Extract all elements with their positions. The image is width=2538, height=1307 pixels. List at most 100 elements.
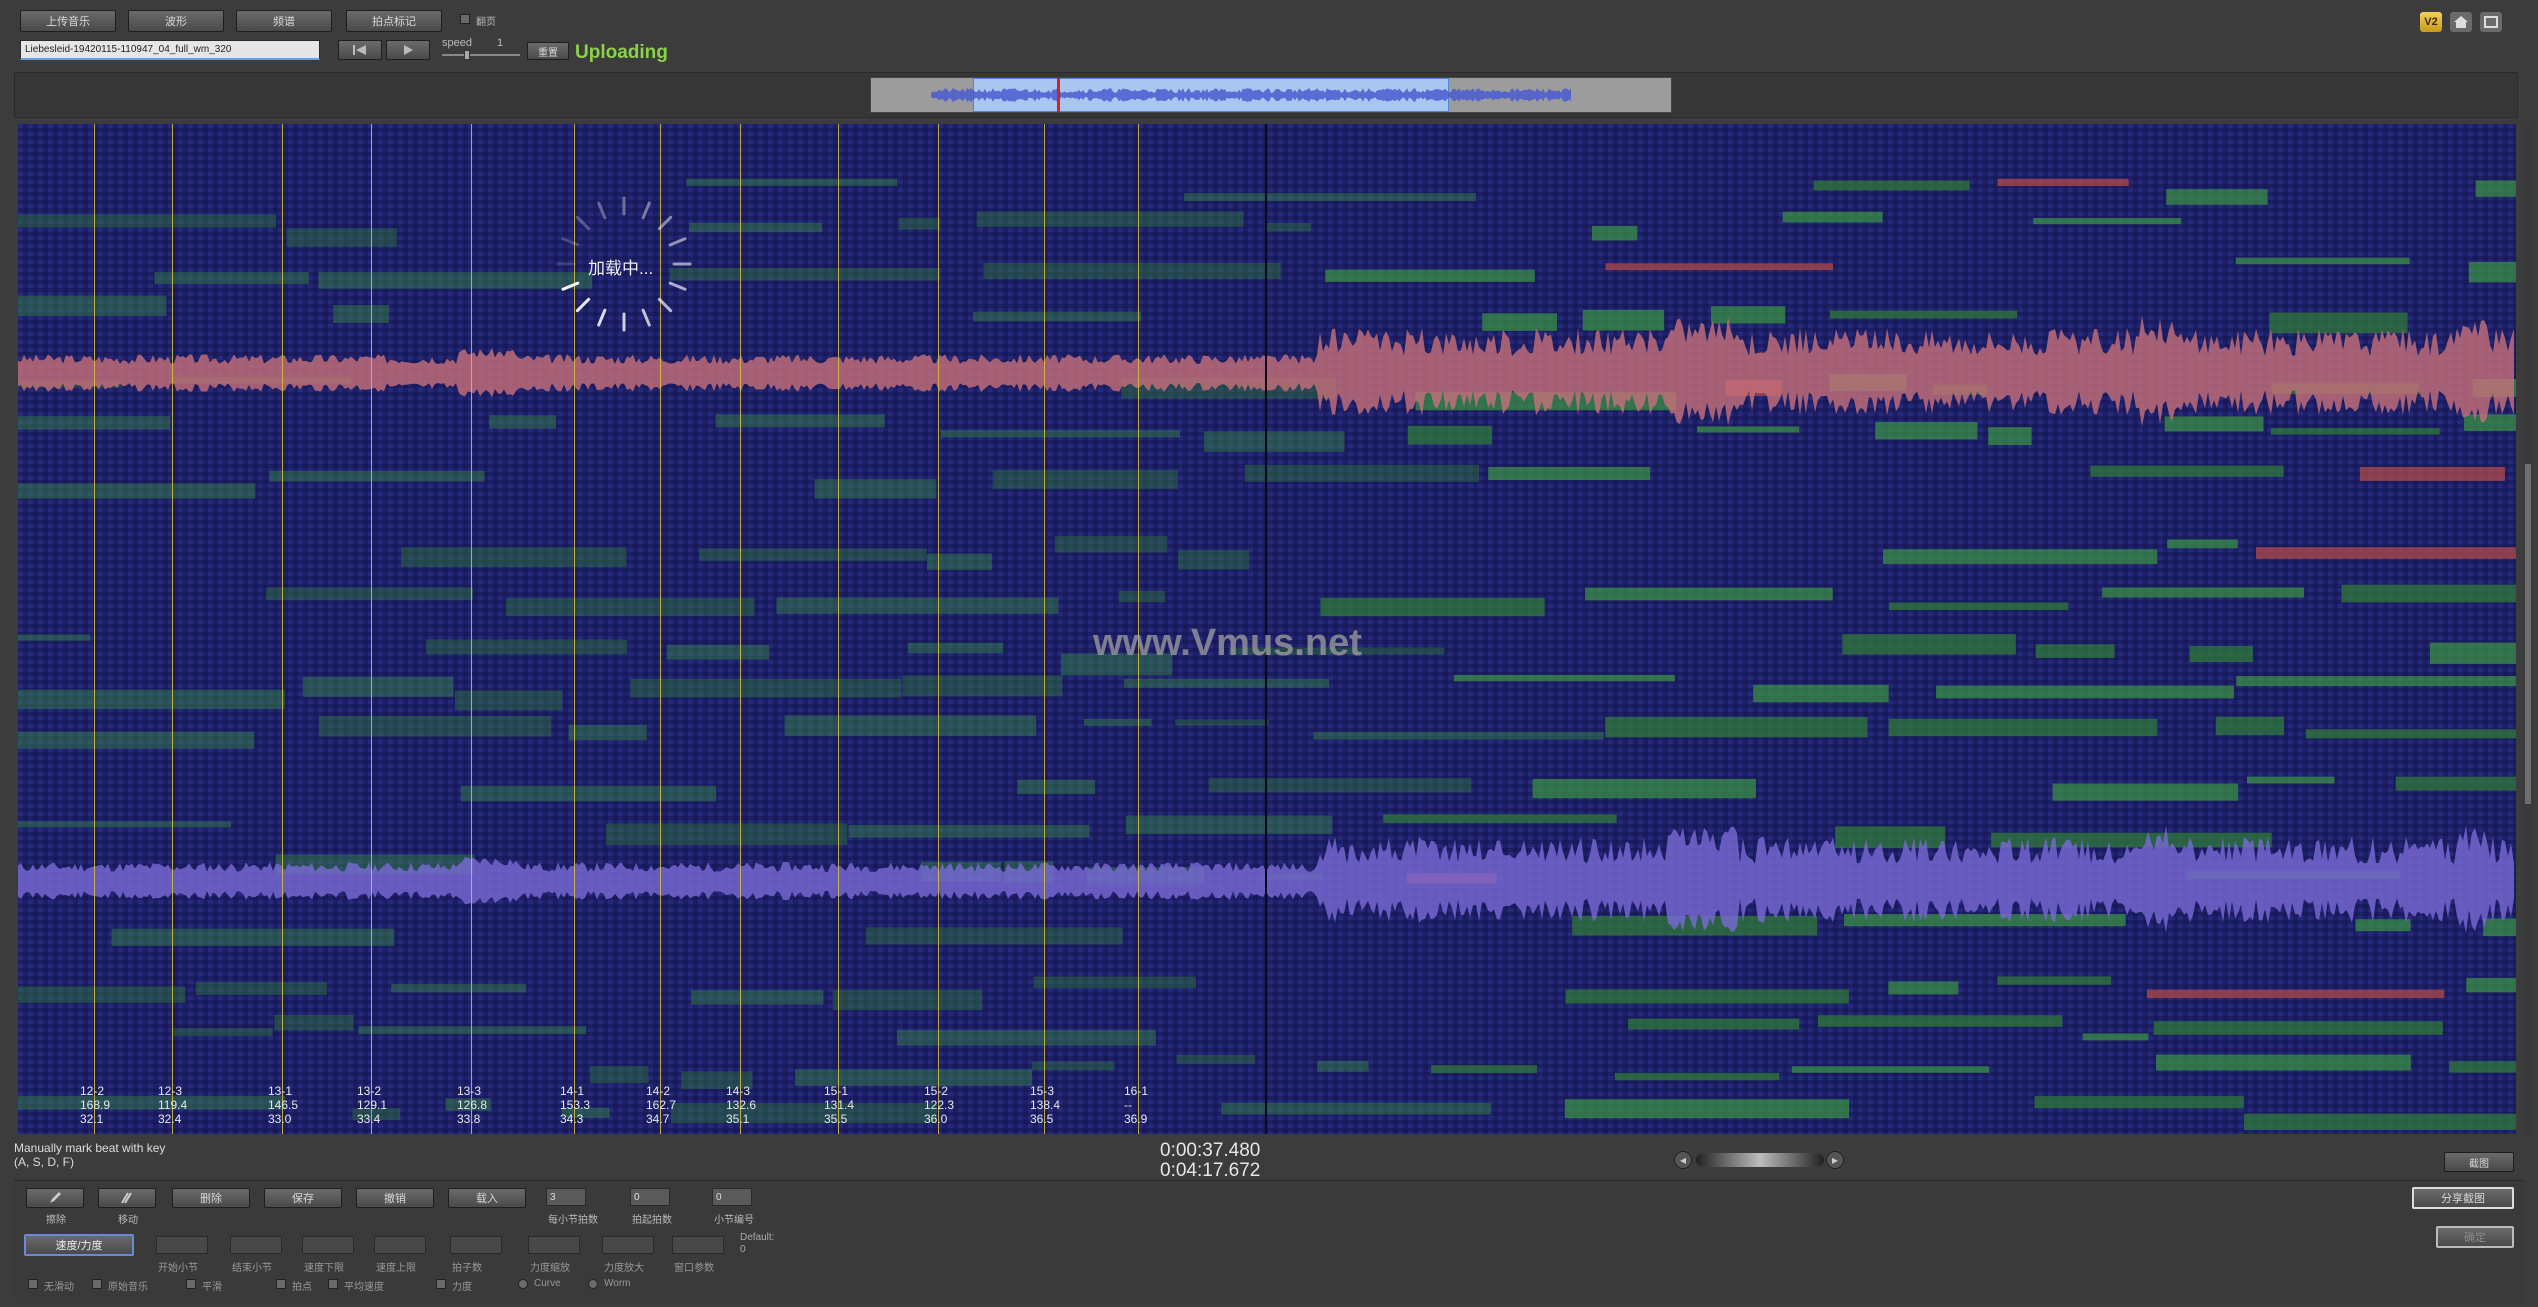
- option-dynamics-checkbox[interactable]: [436, 1279, 446, 1289]
- beat-line[interactable]: [740, 124, 741, 1134]
- load-button[interactable]: 载入: [448, 1188, 526, 1208]
- speed-label: speed: [442, 37, 472, 49]
- beat-mark-button[interactable]: 拍点标记: [346, 10, 442, 32]
- home-icon[interactable]: [2450, 12, 2472, 32]
- beat-line[interactable]: [838, 124, 839, 1134]
- vertical-scrollbar-thumb[interactable]: [2525, 464, 2531, 804]
- beat-time: 35.5: [824, 1112, 848, 1126]
- beat-time: 36.9: [1124, 1112, 1148, 1126]
- beat-line[interactable]: [94, 124, 95, 1134]
- param-window[interactable]: [672, 1236, 724, 1254]
- beat-line[interactable]: [371, 124, 372, 1134]
- move-tool-button[interactable]: [98, 1188, 156, 1208]
- beat-time: 32.4: [158, 1112, 182, 1126]
- erase-tool-button[interactable]: [26, 1188, 84, 1208]
- speed-slider[interactable]: [442, 50, 520, 60]
- spectrum-button[interactable]: 频谱: [236, 10, 332, 32]
- beats-per-bar-input[interactable]: 3: [546, 1188, 586, 1206]
- vertical-scrollbar[interactable]: [2524, 124, 2532, 1134]
- play-button[interactable]: [386, 40, 430, 60]
- share-screenshot-button[interactable]: 分享截图: [2412, 1187, 2514, 1209]
- beats-per-bar-label: 每小节拍数: [548, 1215, 598, 1226]
- zoom-out-icon[interactable]: ◂: [1674, 1151, 1692, 1169]
- play-icon: [404, 45, 413, 55]
- param-tempo-min[interactable]: [302, 1236, 354, 1254]
- beat-tempo: 132.6: [726, 1098, 757, 1112]
- option-no-slide-label: 无滑动: [44, 1282, 74, 1293]
- worm-radio-label: Worm: [604, 1278, 631, 1289]
- beat-label: 14-3 132.6 35.1: [726, 1084, 756, 1126]
- param-tempo-max-label: 速度上限: [376, 1263, 416, 1274]
- undo-button[interactable]: 撤销: [356, 1188, 434, 1208]
- zoom-slider[interactable]: ◂ ▸: [1674, 1150, 1844, 1170]
- beat-line[interactable]: [282, 124, 283, 1134]
- beat-time: 34.3: [560, 1112, 584, 1126]
- beat-label: 15-3 138.4 36.5: [1030, 1084, 1060, 1126]
- beat-time: 33.8: [457, 1112, 481, 1126]
- beat-time: 33.4: [357, 1112, 381, 1126]
- beat-label: 12-2 168.9 32.1: [80, 1084, 110, 1126]
- option-dynamics-label: 力度: [452, 1282, 472, 1293]
- loading-text: 加载中...: [588, 259, 654, 278]
- total-time: 0:04:17.672: [1160, 1160, 1261, 1181]
- beat-offset-label: 拍起拍数: [632, 1215, 672, 1226]
- beat-label: 13-1 146.5 33.0: [268, 1084, 298, 1126]
- option-smooth-checkbox[interactable]: [186, 1279, 196, 1289]
- rewind-button[interactable]: [338, 40, 382, 60]
- beat-offset-input[interactable]: 0: [630, 1188, 670, 1206]
- overview-playhead[interactable]: [1057, 78, 1060, 112]
- zoom-track[interactable]: [1696, 1153, 1824, 1167]
- option-no-slide-checkbox[interactable]: [28, 1279, 38, 1289]
- option-beat-checkbox[interactable]: [276, 1279, 286, 1289]
- option-original-checkbox[interactable]: [92, 1279, 102, 1289]
- screenshot-button[interactable]: 截图: [2444, 1152, 2514, 1172]
- beat-time: 35.1: [726, 1112, 750, 1126]
- current-time: 0:00:37.480: [1160, 1140, 1261, 1161]
- overview-waveform[interactable]: [870, 77, 1672, 113]
- skip-back-icon: [353, 45, 366, 55]
- reset-button[interactable]: 重置: [527, 42, 569, 60]
- beat-label: 12-3: [158, 1084, 183, 1098]
- window-icon[interactable]: [2480, 12, 2502, 32]
- version-badge[interactable]: V2: [2420, 12, 2442, 32]
- beat-tempo: --: [1124, 1098, 1132, 1112]
- option-avg-tempo-checkbox[interactable]: [328, 1279, 338, 1289]
- worm-radio[interactable]: [588, 1279, 598, 1289]
- page-flip-label: 翻页: [476, 17, 496, 28]
- speed-slider-handle[interactable]: [464, 50, 470, 60]
- param-dyn-zoom[interactable]: [602, 1236, 654, 1254]
- bar-number-input[interactable]: 0: [712, 1188, 752, 1206]
- beat-label: 16-1: [1124, 1084, 1149, 1098]
- delete-button[interactable]: 删除: [172, 1188, 250, 1208]
- beat-line[interactable]: [172, 124, 173, 1134]
- beat-tempo: 126.8: [457, 1098, 488, 1112]
- beat-line[interactable]: [1044, 124, 1045, 1134]
- param-dyn-scale-label: 力度缩放: [530, 1263, 570, 1274]
- beat-label: 13-2: [357, 1084, 382, 1098]
- beat-label: 13-3: [457, 1084, 482, 1098]
- beat-label: 16-1 -- 36.9: [1124, 1084, 1148, 1126]
- param-beat-count[interactable]: [450, 1236, 502, 1254]
- beat-line[interactable]: [471, 124, 472, 1134]
- beat-tempo: 131.4: [824, 1098, 855, 1112]
- param-end-bar[interactable]: [230, 1236, 282, 1254]
- save-button[interactable]: 保存: [264, 1188, 342, 1208]
- bar-number-label: 小节编号: [714, 1215, 754, 1226]
- waveform-button[interactable]: 波形: [128, 10, 224, 32]
- param-dyn-scale[interactable]: [528, 1236, 580, 1254]
- zoom-in-icon[interactable]: ▸: [1826, 1151, 1844, 1169]
- page-flip-checkbox[interactable]: [460, 14, 470, 24]
- param-start-bar[interactable]: [156, 1236, 208, 1254]
- param-tempo-max[interactable]: [374, 1236, 426, 1254]
- spectrogram-view[interactable]: 12-2 168.9 32.1 12-3 119.4 32.4 13-1 146.5 33.0 1…: [18, 124, 2516, 1134]
- option-avg-tempo-label: 平均速度: [344, 1282, 384, 1293]
- pencil-icon: [50, 1192, 61, 1203]
- curve-radio[interactable]: [518, 1279, 528, 1289]
- beat-line[interactable]: [938, 124, 939, 1134]
- upload-music-button[interactable]: 上传音乐: [20, 10, 116, 32]
- filename-field[interactable]: Liebesleid-19420115-110947_04_full_wm_32…: [20, 40, 320, 60]
- param-dyn-zoom-label: 力度放大: [604, 1263, 644, 1274]
- param-beat-count-label: 拍子数: [452, 1263, 482, 1274]
- tempo-dynamics-button[interactable]: 速度/力度: [24, 1234, 134, 1256]
- confirm-button[interactable]: 确定: [2436, 1226, 2514, 1248]
